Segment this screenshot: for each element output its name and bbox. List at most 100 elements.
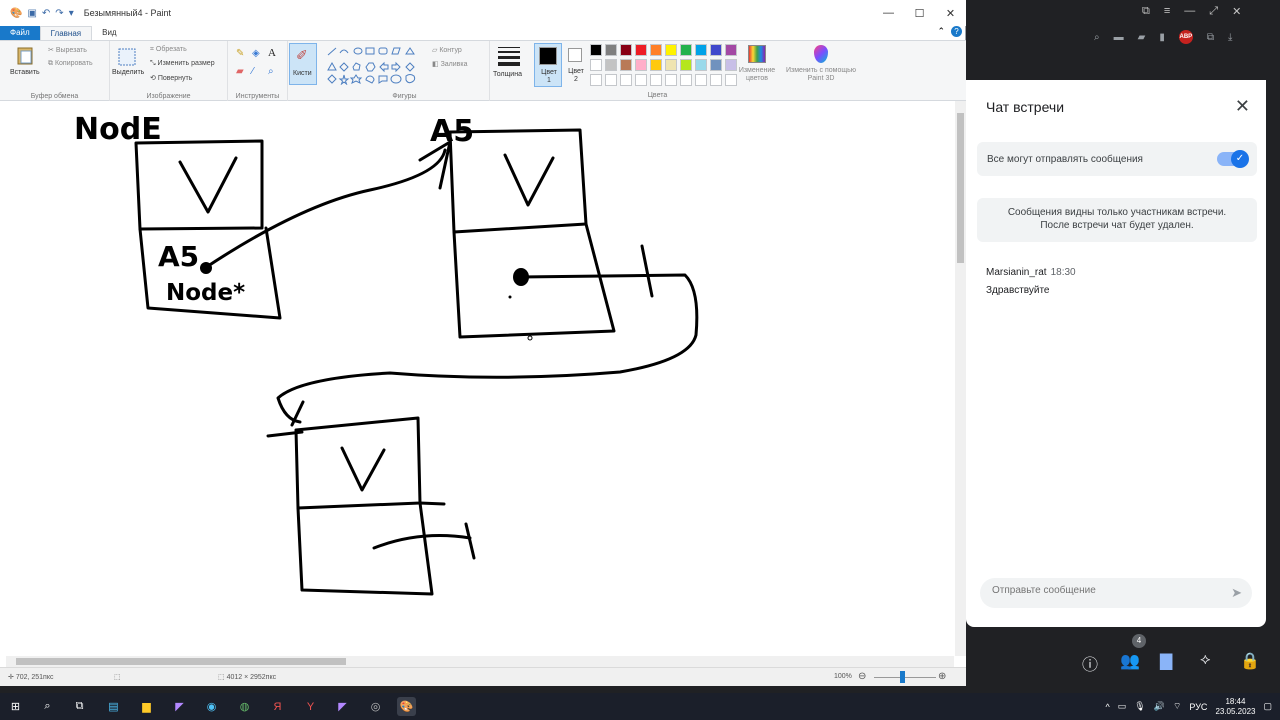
horizontal-scrollbar[interactable] (6, 656, 954, 667)
color-swatch[interactable] (620, 44, 632, 56)
undo-icon[interactable]: ↶ (42, 8, 50, 19)
chat-input-box[interactable]: ➤ (980, 578, 1252, 608)
vertical-scrollbar[interactable] (955, 101, 966, 656)
fill-dropdown[interactable]: ◧ Заливка (432, 60, 468, 68)
color-picker-icon[interactable]: ⁄ (252, 66, 254, 77)
color-swatch[interactable] (695, 74, 707, 86)
search-icon[interactable]: ⌕ (1094, 32, 1100, 43)
camera-icon[interactable]: ▬ (1114, 32, 1124, 43)
allow-messages-toggle[interactable]: ✓ (1217, 150, 1249, 168)
color-swatch[interactable] (620, 59, 632, 71)
color-swatch[interactable] (695, 44, 707, 56)
color-swatch[interactable] (590, 44, 602, 56)
paste-button[interactable]: Вставить (10, 69, 40, 76)
color-swatch[interactable] (650, 44, 662, 56)
resize-button[interactable]: ⤡ Изменить размер (150, 60, 215, 68)
shapes-gallery[interactable] (326, 45, 426, 85)
color-swatch[interactable] (605, 74, 617, 86)
explorer-icon[interactable]: ▆ (137, 697, 156, 716)
paint3d-button[interactable]: Изменить с помощью Paint 3D (786, 45, 856, 89)
pencil-icon[interactable]: ✎ (236, 48, 244, 59)
tab-file[interactable]: Файл (0, 26, 40, 40)
notifications-icon[interactable]: ▢ (1263, 701, 1272, 712)
select-icon[interactable] (118, 47, 136, 67)
color-swatch[interactable] (695, 59, 707, 71)
volume-icon[interactable]: 🔊 (1154, 701, 1165, 712)
mic-icon[interactable]: 🎙 (1134, 701, 1145, 712)
minimize-browser-icon[interactable]: — (1184, 5, 1195, 18)
clock[interactable]: 18:44 23.05.2023 (1215, 697, 1255, 717)
drawing-canvas[interactable]: NodE A5 A5 Node* (0, 101, 955, 656)
color-swatch[interactable] (665, 59, 677, 71)
rotate-button[interactable]: ⟲ Повернуть (150, 74, 192, 82)
brushes-button[interactable]: ✐ Кисти (289, 43, 317, 85)
size-button[interactable]: Толщина (493, 45, 525, 87)
zoom-in-icon[interactable]: ⊕ (938, 671, 946, 682)
zoom-out-icon[interactable]: ⊖ (858, 671, 866, 682)
magnifier-icon[interactable]: ⌕ (268, 66, 274, 77)
start-icon[interactable]: ⊞ (6, 697, 25, 716)
vertical-scroll-thumb[interactable] (957, 113, 964, 263)
wifi-icon[interactable]: ⌔ (1173, 701, 1181, 712)
task-view-icon[interactable]: ⧉ (70, 697, 89, 716)
color-swatch[interactable] (650, 74, 662, 86)
yandex-icon[interactable]: Я (268, 697, 287, 716)
color1-button[interactable]: Цвет 1 (534, 43, 562, 87)
fill-icon[interactable]: ◈ (252, 48, 260, 59)
canvas-area[interactable]: NodE A5 A5 Node* (0, 101, 966, 667)
select-button[interactable]: Выделить (112, 69, 144, 76)
eraser-icon[interactable]: ▰ (236, 66, 244, 77)
color-swatch[interactable] (605, 44, 617, 56)
copy-button[interactable]: ⧉ Копировать (48, 60, 93, 68)
color-swatch[interactable] (590, 74, 602, 86)
tray-overflow-icon[interactable]: ^ (1106, 702, 1110, 712)
language-indicator[interactable]: РУС (1189, 702, 1207, 712)
minimize-button[interactable]: — (873, 0, 904, 26)
color-swatch[interactable] (680, 44, 692, 56)
color-swatch[interactable] (680, 74, 692, 86)
paste-icon[interactable] (16, 45, 34, 65)
help-icon[interactable]: ? (951, 26, 962, 37)
comment-icon[interactable]: ▰ (1138, 32, 1146, 43)
save-icon[interactable]: ▣ (27, 8, 36, 19)
tab-home[interactable]: Главная (39, 26, 93, 40)
color-swatch[interactable] (710, 44, 722, 56)
host-controls-icon[interactable]: 🔒 (1240, 651, 1260, 671)
extensions-icon[interactable]: ⧉ (1207, 32, 1214, 43)
chrome-icon[interactable]: ◍ (235, 697, 254, 716)
activities-icon[interactable]: ⟡ (1200, 651, 1211, 669)
send-icon[interactable]: ➤ (1231, 585, 1242, 601)
download-icon[interactable]: ⤓ (1228, 32, 1232, 43)
outline-dropdown[interactable]: ▱ Контур (432, 46, 462, 54)
info-icon[interactable]: ⓘ (1082, 651, 1098, 675)
visual-studio-icon[interactable]: ◤ (170, 697, 189, 716)
crop-button[interactable]: ⌗ Обрезать (150, 46, 187, 54)
adblock-icon[interactable]: ABP (1178, 30, 1193, 44)
color-swatch[interactable] (680, 59, 692, 71)
color-swatch[interactable] (665, 74, 677, 86)
visual-studio-2-icon[interactable]: ◤ (333, 697, 352, 716)
color-swatch[interactable] (635, 59, 647, 71)
color-swatch[interactable] (590, 59, 602, 71)
yandex-browser-icon[interactable]: Y (301, 697, 320, 716)
paint-taskbar-icon[interactable]: 🎨 (397, 697, 416, 716)
customize-qat-icon[interactable]: ▾ (69, 8, 74, 19)
edge-icon[interactable]: ◉ (202, 697, 221, 716)
color-swatch[interactable] (605, 59, 617, 71)
chat-message-input[interactable] (992, 585, 1212, 596)
tab-view[interactable]: Вид (92, 26, 126, 40)
color-swatch[interactable] (635, 74, 647, 86)
store-icon[interactable]: ▤ (104, 697, 123, 716)
cut-button[interactable]: ✂ Вырезать (48, 46, 87, 54)
bookmark-icon[interactable]: ▮ (1159, 32, 1165, 43)
menu-icon[interactable]: ≡ (1164, 5, 1170, 18)
color2-button[interactable]: Цвет 2 (564, 43, 588, 87)
collapse-ribbon-icon[interactable]: ⌃ (937, 26, 945, 37)
redo-icon[interactable]: ↷ (55, 8, 63, 19)
close-chat-icon[interactable]: ✕ (1235, 96, 1250, 117)
color-swatch[interactable] (650, 59, 662, 71)
network-icon[interactable]: ▭ (1118, 701, 1127, 712)
pin-icon[interactable]: ⧉ (1142, 5, 1150, 18)
text-icon[interactable]: A (268, 47, 276, 59)
color-swatch[interactable] (665, 44, 677, 56)
